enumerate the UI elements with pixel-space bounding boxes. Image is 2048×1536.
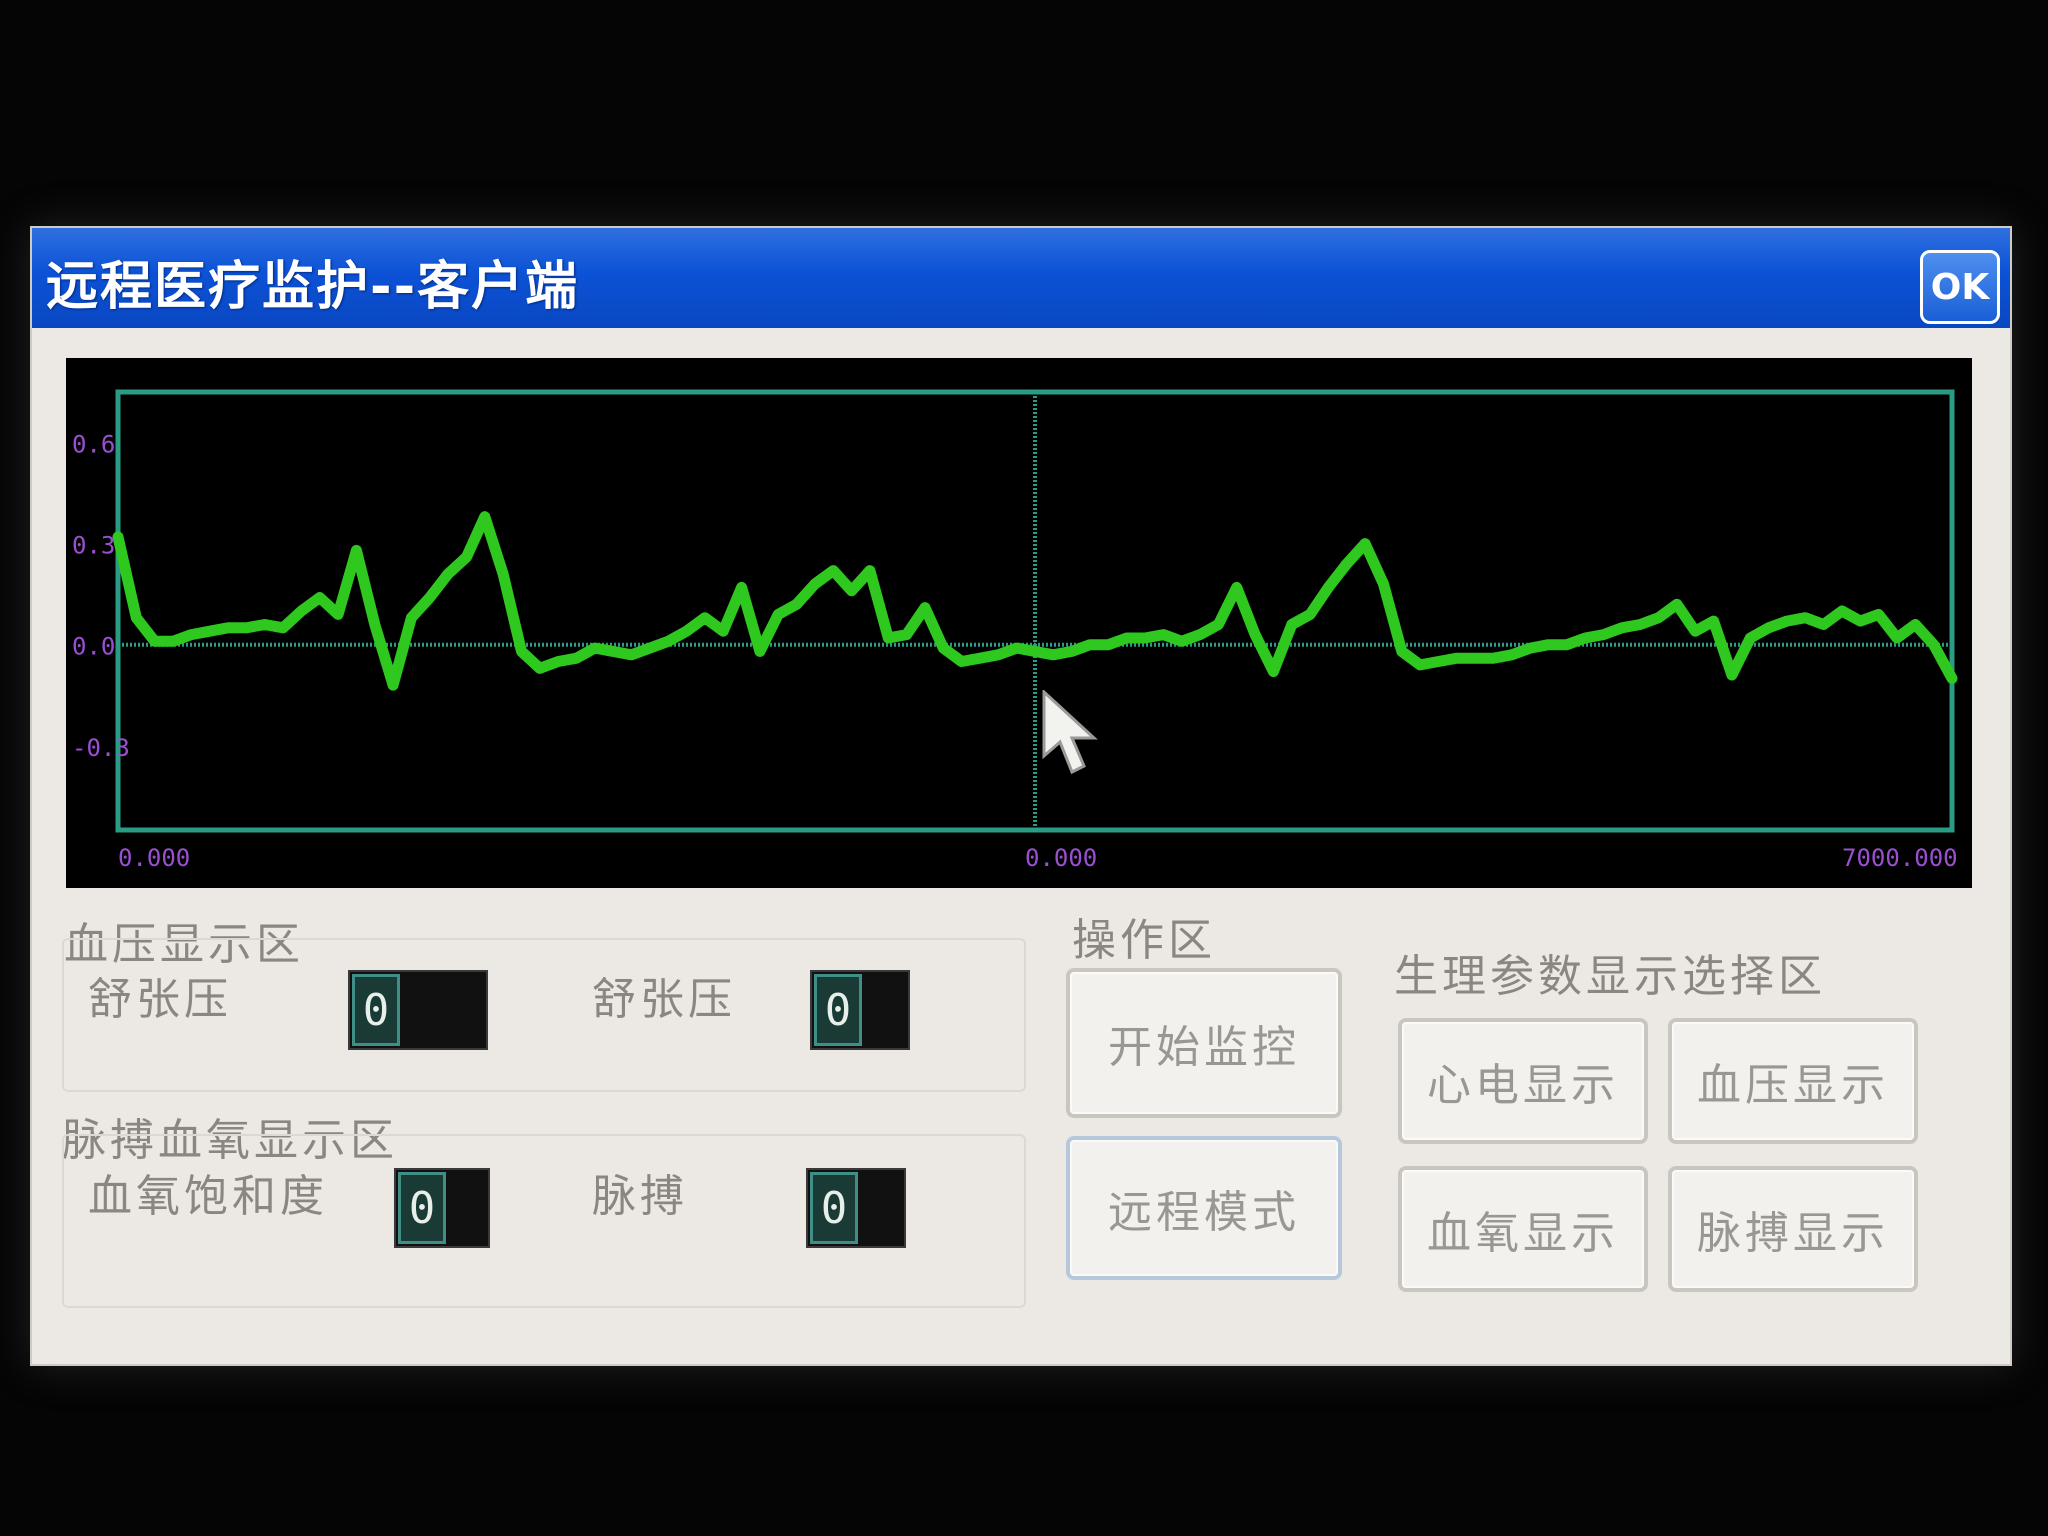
- x-tick-label: 0.000: [118, 844, 190, 872]
- operation-panel-title: 操作区: [1072, 915, 1216, 966]
- bp-display-button[interactable]: 血压显示: [1668, 1018, 1918, 1144]
- ecg-display-button[interactable]: 心电显示: [1398, 1018, 1648, 1144]
- bp-dia-value-field: 0: [348, 970, 488, 1050]
- bp-dia-value: 0: [352, 974, 400, 1046]
- start-monitor-button[interactable]: 开始监控: [1066, 968, 1342, 1118]
- spo2-value: 0: [398, 1172, 446, 1244]
- y-tick-label: -0.3: [72, 734, 130, 762]
- display-select-panel-title: 生理参数显示选择区: [1394, 951, 1826, 1002]
- spo2-label: 血氧饱和度: [88, 1171, 328, 1222]
- title-bar: 远程医疗监护--客户端 OK: [32, 228, 2010, 328]
- spo2-value-field: 0: [394, 1168, 490, 1248]
- ecg-waveform-chart: 0.6 0.3 0.0 -0.3 0.000 0.000 7000.000: [66, 358, 1972, 888]
- pulse-value: 0: [810, 1172, 858, 1244]
- ok-button[interactable]: OK: [1920, 250, 2000, 324]
- mouse-cursor-icon: [1042, 690, 1098, 775]
- y-tick-label: 0.6: [72, 431, 115, 459]
- bp-sys-value-field: 0: [810, 970, 910, 1050]
- spo2-display-button[interactable]: 血氧显示: [1398, 1166, 1648, 1292]
- ecg-chart-svg: 0.6 0.3 0.0 -0.3 0.000 0.000 7000.000: [72, 389, 1958, 872]
- main-window: 远程医疗监护--客户端 OK 0.6 0.3 0.0 -0.3 0.000 0.000 70…: [30, 226, 2012, 1366]
- pulse-label: 脉搏: [592, 1171, 688, 1222]
- y-tick-label: 0.3: [72, 532, 115, 560]
- bp-dia-label: 舒张压: [88, 974, 232, 1025]
- x-tick-label: 7000.000: [1842, 844, 1958, 872]
- remote-mode-button[interactable]: 远程模式: [1066, 1136, 1342, 1280]
- bp-sys-value: 0: [814, 974, 862, 1046]
- pulse-value-field: 0: [806, 1168, 906, 1248]
- pulse-display-button[interactable]: 脉搏显示: [1668, 1166, 1918, 1292]
- x-tick-label: 0.000: [1025, 844, 1097, 872]
- y-tick-label: 0.0: [72, 633, 115, 661]
- bp-sys-label: 舒张压: [592, 974, 736, 1025]
- window-title: 远程医疗监护--客户端: [46, 257, 580, 317]
